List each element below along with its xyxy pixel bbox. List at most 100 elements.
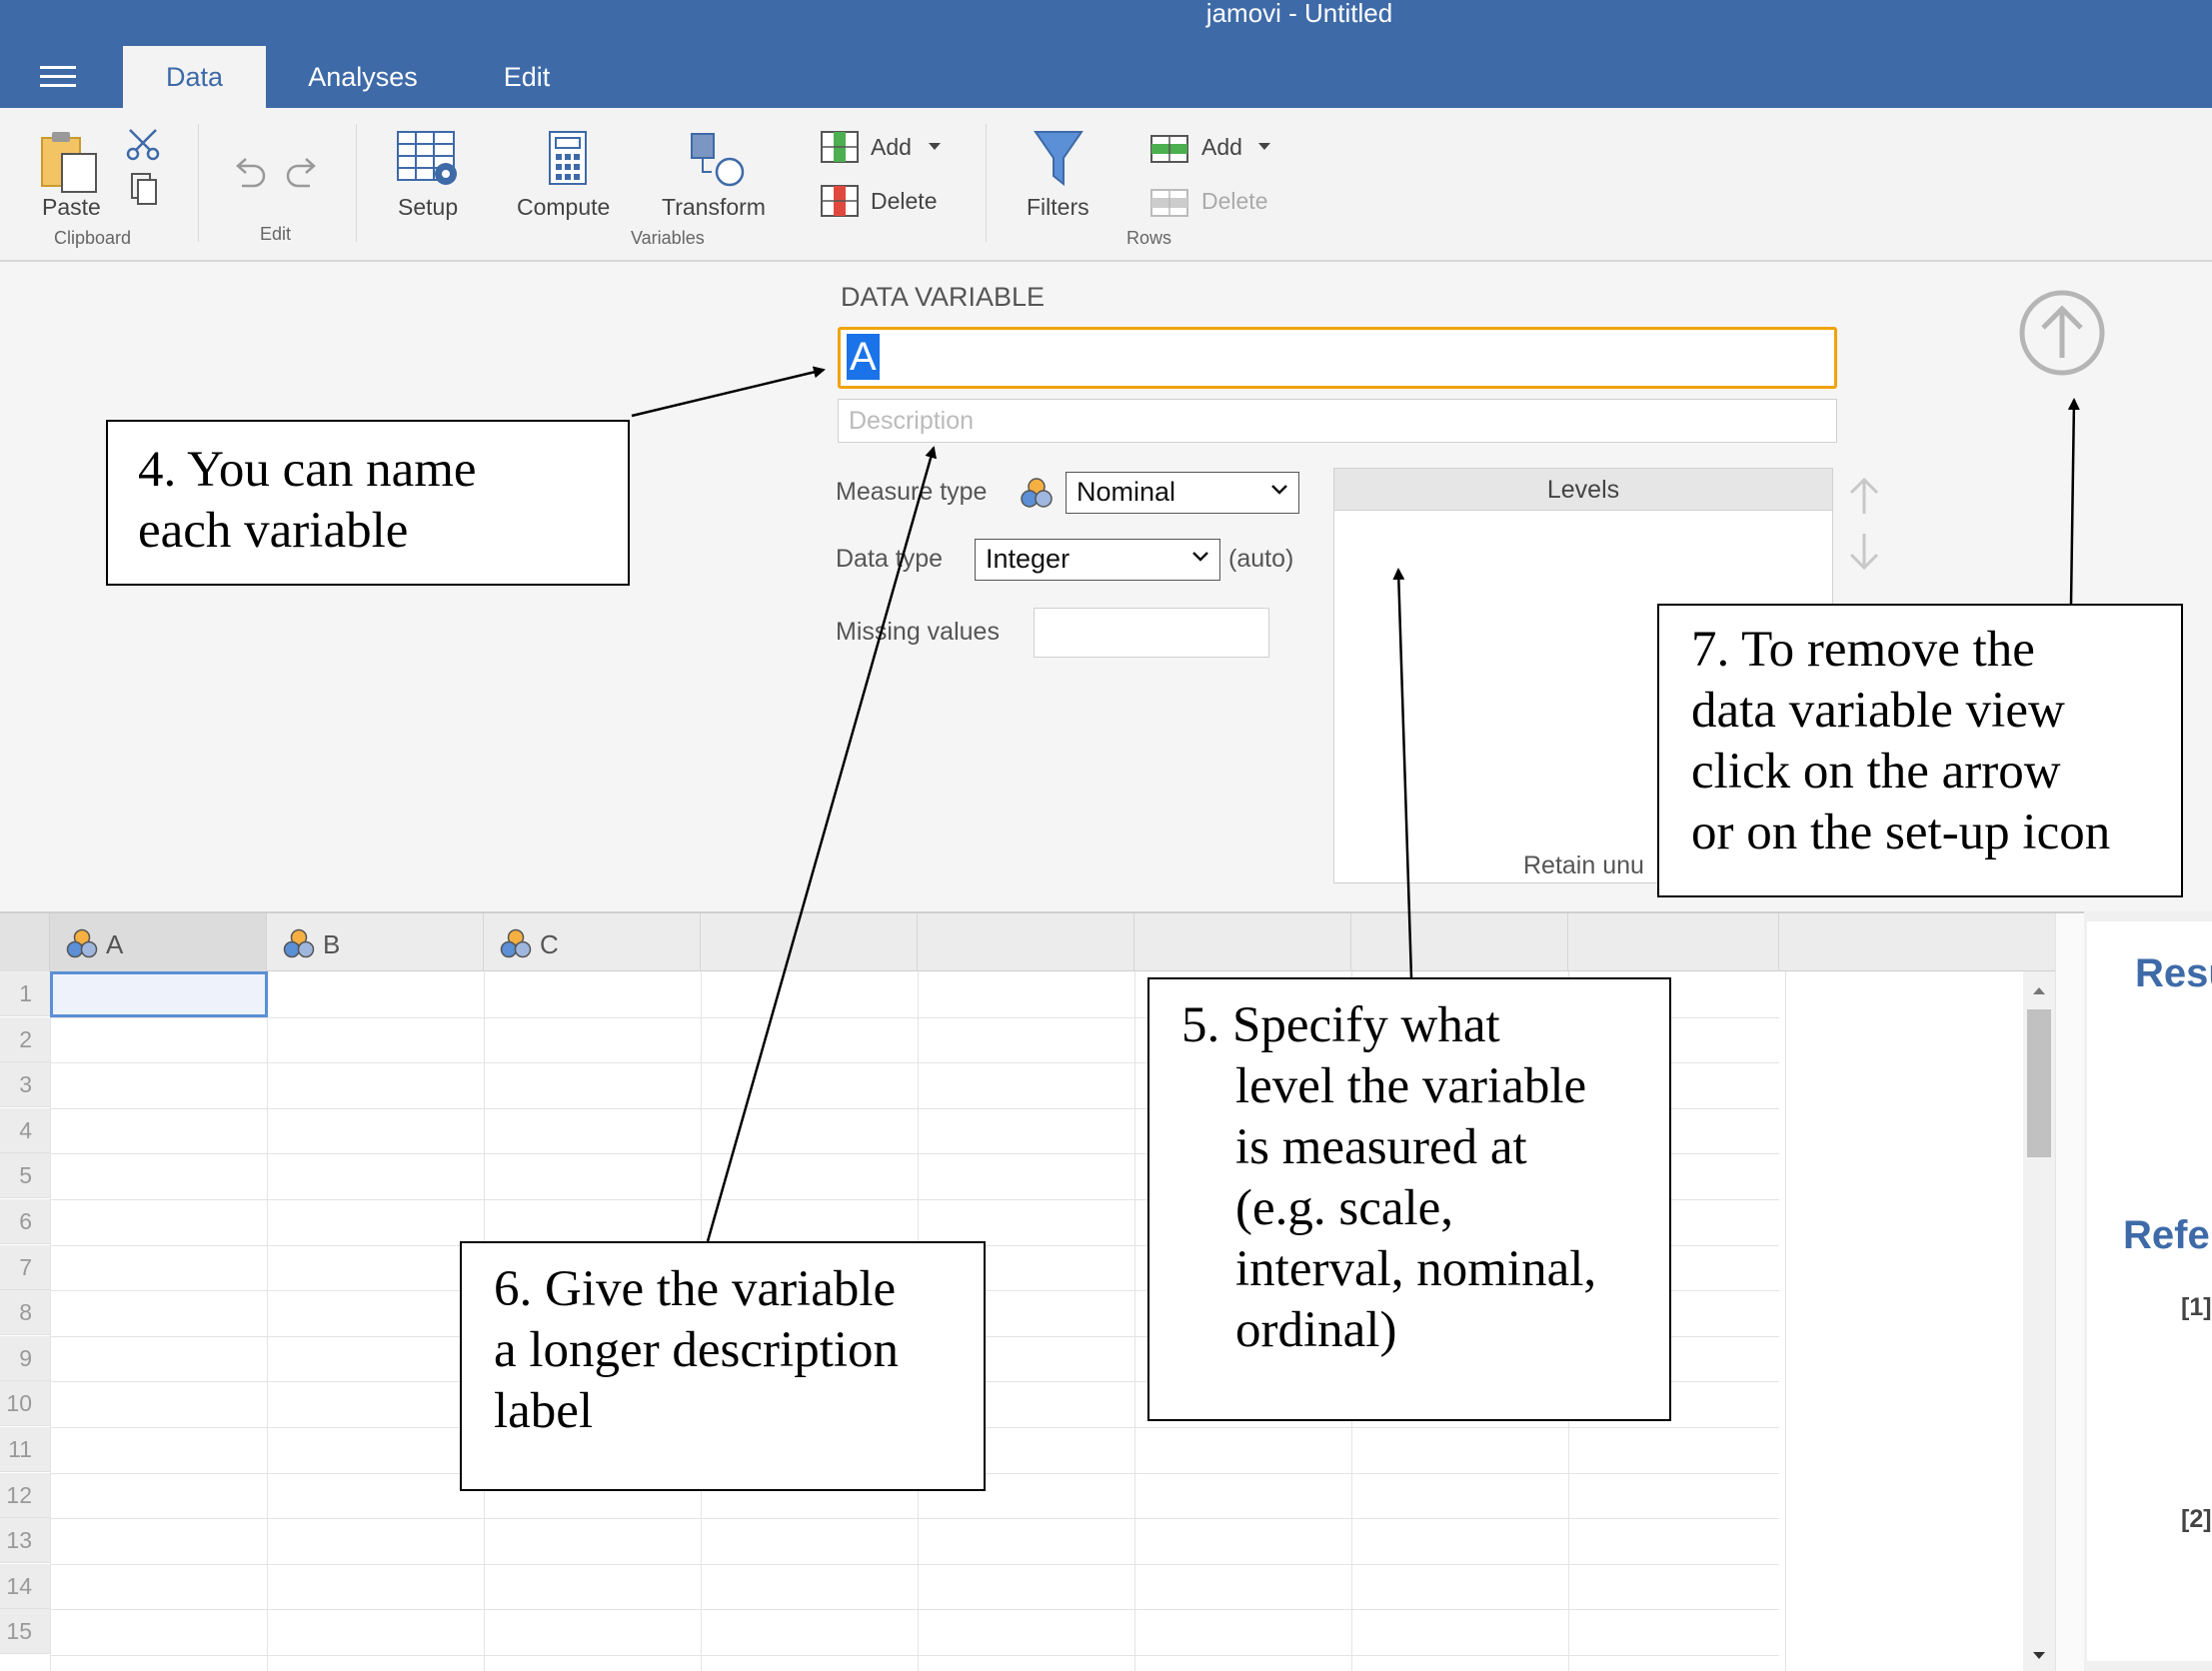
row-number[interactable]: 7 — [0, 1244, 50, 1290]
annotation-line: 6. Give the variable — [494, 1261, 897, 1317]
annotation-measure-level: 5. Specify what level the variable is me… — [1147, 977, 1671, 1421]
delete-column-icon[interactable] — [820, 184, 860, 218]
row-number[interactable]: 13 — [0, 1518, 50, 1564]
column-header-c[interactable]: C — [484, 913, 701, 971]
data-type-select[interactable]: Integer — [975, 539, 1220, 581]
chevron-down-icon[interactable] — [928, 142, 942, 152]
scissors-icon[interactable] — [126, 128, 160, 162]
filters-button[interactable]: Filters — [1027, 194, 1090, 221]
results-panel: Resu Refe [1] [2] — [2084, 911, 2212, 1671]
add-variable-button[interactable]: Add — [871, 134, 912, 161]
title-bar: jamovi - Untitled Data Analyses Edit — [0, 0, 2212, 108]
row-number[interactable]: 15 — [0, 1609, 50, 1655]
tab-edit[interactable]: Edit — [482, 46, 572, 108]
tab-data[interactable]: Data — [123, 46, 266, 108]
add-column-icon[interactable] — [820, 130, 860, 164]
description-field[interactable]: Description — [838, 399, 1837, 443]
row-number[interactable]: 12 — [0, 1472, 50, 1518]
scroll-down-icon[interactable] — [2032, 1651, 2046, 1661]
variables-group-label: Variables — [631, 228, 705, 248]
row-number[interactable]: 9 — [0, 1335, 50, 1381]
row-number[interactable]: 3 — [0, 1062, 50, 1108]
levels-header: Levels — [1334, 469, 1832, 511]
row-number[interactable]: 1 — [0, 971, 50, 1016]
row-number[interactable]: 4 — [0, 1107, 50, 1153]
retain-unused-label: Retain unu — [1523, 851, 1644, 879]
paste-icon[interactable] — [40, 130, 100, 194]
vertical-scrollbar[interactable] — [2023, 971, 2055, 1671]
setup-icon[interactable] — [396, 130, 466, 190]
scroll-up-icon[interactable] — [2032, 985, 2046, 995]
column-header-a[interactable]: A — [50, 913, 267, 971]
annotation-line: click on the arrow — [1691, 744, 2061, 800]
add-row-button[interactable]: Add — [1201, 134, 1242, 161]
hamburger-icon[interactable] — [40, 66, 76, 92]
delete-variable-button[interactable]: Delete — [871, 188, 937, 215]
filter-icon[interactable] — [1034, 130, 1084, 188]
column-name: C — [540, 929, 559, 959]
scrollbar-thumb[interactable] — [2027, 1009, 2051, 1157]
grid-row-line — [50, 1563, 1779, 1565]
column-header-b[interactable]: B — [267, 913, 484, 971]
selected-cell[interactable] — [50, 971, 268, 1017]
grid-row-line — [50, 1518, 1779, 1520]
row-number[interactable]: 2 — [0, 1016, 50, 1062]
grid-column-line — [267, 971, 268, 1671]
column-header-empty[interactable] — [1351, 913, 1568, 971]
ribbon-toolbar: Paste Clipboard Edit Setup Compute Trans… — [0, 108, 2212, 262]
undo-icon[interactable] — [232, 156, 268, 188]
paste-button[interactable]: Paste — [42, 194, 101, 221]
delete-row-icon[interactable] — [1149, 188, 1189, 218]
annotation-line: interval, nominal, — [1235, 1241, 1597, 1297]
annotation-name-variable: 4. You can name each variable — [106, 420, 630, 586]
tab-analyses[interactable]: Analyses — [290, 46, 436, 108]
column-header-empty[interactable] — [1134, 913, 1351, 971]
redo-icon[interactable] — [284, 156, 320, 188]
window-title: jamovi - Untitled — [1205, 0, 1393, 28]
annotation-line: is measured at — [1235, 1119, 1527, 1175]
setup-button[interactable]: Setup — [398, 194, 458, 221]
compute-icon[interactable] — [548, 130, 588, 188]
variable-name-value: A — [847, 334, 880, 380]
annotation-description: 6. Give the variable a longer descriptio… — [460, 1241, 986, 1491]
collapse-arrow-icon[interactable] — [2017, 288, 2107, 378]
annotation-line: 7. To remove the — [1691, 622, 2035, 678]
row-number[interactable]: 5 — [0, 1153, 50, 1199]
column-header-empty[interactable] — [918, 913, 1134, 971]
annotation-remove-view: 7. To remove the data variable view clic… — [1657, 604, 2183, 897]
data-type-auto-note: (auto) — [1228, 545, 1294, 573]
row-number[interactable]: 11 — [0, 1427, 50, 1472]
move-up-icon[interactable] — [1847, 476, 1881, 516]
measure-type-select[interactable]: Nominal — [1066, 472, 1299, 514]
row-number[interactable]: 8 — [0, 1290, 50, 1336]
variable-name-field[interactable]: A — [838, 327, 1837, 389]
delete-row-button[interactable]: Delete — [1201, 188, 1267, 215]
chevron-down-icon[interactable] — [1257, 142, 1271, 152]
grid-row-line — [50, 1609, 1779, 1611]
missing-values-input[interactable] — [1034, 608, 1269, 658]
annotation-line: 5. Specify what — [1181, 997, 1500, 1053]
transform-icon[interactable] — [690, 132, 750, 188]
column-header-empty[interactable] — [1568, 913, 1779, 971]
row-number[interactable]: 6 — [0, 1199, 50, 1244]
compute-button[interactable]: Compute — [517, 194, 610, 221]
move-down-icon[interactable] — [1847, 532, 1881, 572]
transform-button[interactable]: Transform — [662, 194, 766, 221]
copy-icon[interactable] — [130, 172, 160, 206]
references-heading: Refe — [2123, 1213, 2210, 1257]
add-row-icon[interactable] — [1149, 134, 1189, 164]
annotation-line: 4. You can name — [138, 442, 477, 498]
missing-values-label: Missing values — [836, 618, 1000, 646]
row-number[interactable]: 10 — [0, 1381, 50, 1427]
chevron-down-icon — [1271, 485, 1287, 495]
annotation-line: data variable view — [1691, 683, 2065, 739]
annotation-line: level the variable — [1235, 1058, 1587, 1114]
description-placeholder: Description — [849, 407, 975, 435]
clipboard-group-label: Clipboard — [54, 228, 132, 248]
row-number[interactable]: 14 — [0, 1563, 50, 1609]
editor-heading: DATA VARIABLE — [841, 282, 1046, 312]
column-header-empty[interactable] — [701, 913, 918, 971]
results-heading: Resu — [2135, 951, 2212, 995]
annotation-line: ordinal) — [1235, 1302, 1397, 1358]
column-name: B — [323, 929, 341, 959]
